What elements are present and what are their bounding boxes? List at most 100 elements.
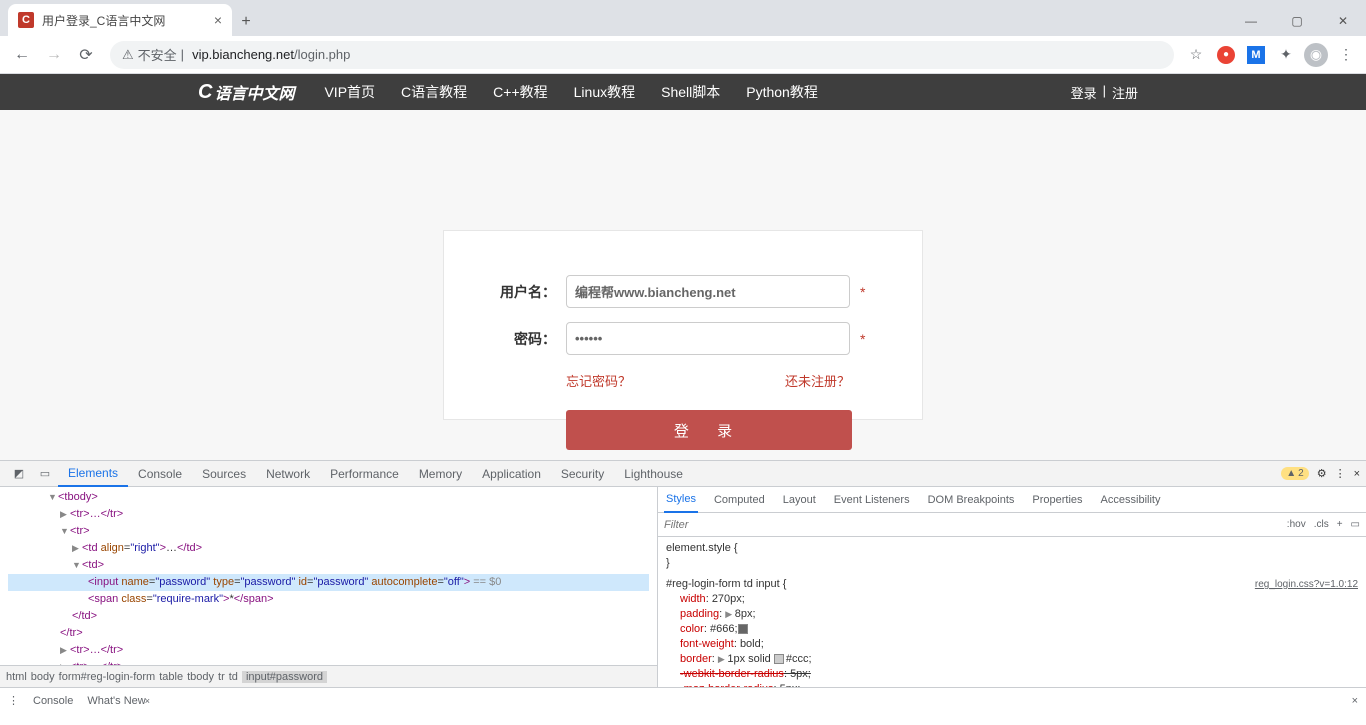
close-icon[interactable]: × [145, 696, 150, 706]
styles-filter-input[interactable] [664, 519, 1287, 531]
form-links: 忘记密码？ 还未注册？ [492, 371, 850, 390]
username-row: 用户名： * [492, 275, 874, 308]
window-controls: — ▢ ✕ [1228, 6, 1366, 36]
window-maximize[interactable]: ▢ [1274, 6, 1320, 36]
page-body: 用户名： * 密码： * 忘记密码？ 还未注册？ 登 录 [0, 110, 1366, 460]
tab-close-icon[interactable]: × [214, 12, 222, 28]
forgot-password-link[interactable]: 忘记密码？ [566, 371, 631, 390]
tab-console[interactable]: Console [128, 461, 192, 487]
tab-elements[interactable]: Elements [58, 461, 128, 487]
url-host: vip.biancheng.net [192, 47, 294, 62]
dom-tree[interactable]: ▼<tbody> ▶<tr>…</tr> ▼<tr> ▶<td align="r… [0, 487, 657, 678]
url-path: /login.php [294, 47, 350, 62]
nav-shell[interactable]: Shell脚本 [661, 82, 720, 102]
styles-tab-listeners[interactable]: Event Listeners [832, 487, 912, 513]
device-toggle-icon[interactable]: ▭ [32, 462, 58, 486]
window-minimize[interactable]: — [1228, 6, 1274, 36]
styles-tab-dombp[interactable]: DOM Breakpoints [926, 487, 1017, 513]
elements-panel[interactable]: ▼<tbody> ▶<tr>…</tr> ▼<tr> ▶<td align="r… [0, 487, 658, 687]
styles-panel: Styles Computed Layout Event Listeners D… [658, 487, 1366, 687]
tab-security[interactable]: Security [551, 461, 614, 487]
reload-button[interactable]: ⟳ [72, 41, 100, 69]
register-link[interactable]: 还未注册？ [785, 371, 850, 390]
required-mark: * [860, 331, 865, 347]
browser-chrome: C 用户登录_C语言中文网 × + — ▢ ✕ ← → ⟳ ⚠ 不安全 | vi… [0, 0, 1366, 74]
back-button[interactable]: ← [8, 41, 36, 69]
nav-c[interactable]: C语言教程 [401, 82, 467, 102]
login-form: 用户名： * 密码： * 忘记密码？ 还未注册？ 登 录 [443, 230, 923, 420]
styles-tab-layout[interactable]: Layout [781, 487, 818, 513]
nav-menu: VIP首页 C语言教程 C++教程 Linux教程 Shell脚本 Python… [324, 82, 817, 102]
profile-avatar[interactable]: ◉ [1304, 43, 1328, 67]
styles-filter-bar: :hov .cls + ▭ [658, 513, 1366, 537]
tab-network[interactable]: Network [256, 461, 320, 487]
pin-extension-icon[interactable]: ● [1214, 43, 1238, 67]
devtools-main: ▼<tbody> ▶<tr>…</tr> ▼<tr> ▶<td align="r… [0, 487, 1366, 687]
tab-application[interactable]: Application [472, 461, 551, 487]
site-header: C语言中文网 VIP首页 C语言教程 C++教程 Linux教程 Shell脚本… [0, 74, 1366, 110]
drawer-menu-icon[interactable]: ⋮ [8, 694, 19, 707]
devtools: ◩ ▭ Elements Console Sources Network Per… [0, 460, 1366, 713]
security-warning-icon: ⚠ 不安全 | [122, 45, 184, 64]
hov-toggle[interactable]: :hov [1287, 519, 1306, 530]
devtools-menu-icon[interactable]: ⋮ [1335, 467, 1346, 480]
password-input[interactable] [566, 322, 850, 355]
computed-toggle-icon[interactable]: ▭ [1351, 519, 1360, 530]
site-logo[interactable]: C语言中文网 [198, 80, 294, 104]
tab-bar: C 用户登录_C语言中文网 × + — ▢ ✕ [0, 0, 1366, 36]
forward-button[interactable]: → [40, 41, 68, 69]
tab-lighthouse[interactable]: Lighthouse [614, 461, 693, 487]
tab-performance[interactable]: Performance [320, 461, 409, 487]
drawer-close-icon[interactable]: × [1352, 695, 1358, 707]
new-tab-button[interactable]: + [232, 8, 260, 36]
selected-dom-node[interactable]: <input name="password" type="password" i… [8, 574, 649, 591]
tab-memory[interactable]: Memory [409, 461, 472, 487]
extensions-icon[interactable]: ✦ [1274, 43, 1298, 67]
tab-sources[interactable]: Sources [192, 461, 256, 487]
favicon: C [18, 12, 34, 28]
devtools-right-controls: ▲ 2 ⚙ ⋮ × [1281, 467, 1360, 480]
password-row: 密码： * [492, 322, 874, 355]
drawer-console-tab[interactable]: Console [33, 695, 73, 707]
toolbar-icons: ☆ ● M ✦ ◉ ⋮ [1184, 43, 1358, 67]
devtools-drawer: ⋮ Console What's New × × [0, 687, 1366, 713]
warnings-badge[interactable]: ▲ 2 [1281, 467, 1308, 480]
styles-tab-a11y[interactable]: Accessibility [1099, 487, 1163, 513]
styles-tab-props[interactable]: Properties [1030, 487, 1084, 513]
login-link[interactable]: 登录 [1071, 83, 1097, 102]
username-label: 用户名： [492, 282, 556, 302]
new-rule-button[interactable]: + [1337, 519, 1343, 530]
styles-tabs: Styles Computed Layout Event Listeners D… [658, 487, 1366, 513]
css-source-link[interactable]: reg_login.css?v=1.0:12 [1255, 577, 1358, 592]
browser-tab[interactable]: C 用户登录_C语言中文网 × [8, 4, 232, 36]
cls-toggle[interactable]: .cls [1314, 519, 1329, 530]
css-rules[interactable]: element.style { } reg_login.css?v=1.0:12… [658, 537, 1366, 687]
dom-breadcrumb[interactable]: html body form#reg-login-form table tbod… [0, 665, 657, 687]
register-link[interactable]: 注册 [1112, 83, 1138, 102]
drawer-whatsnew-tab[interactable]: What's New × [87, 695, 150, 707]
styles-tab-computed[interactable]: Computed [712, 487, 767, 513]
auth-links: 登录 | 注册 [1071, 83, 1138, 102]
styles-filter-controls: :hov .cls + ▭ [1287, 519, 1360, 530]
address-bar: ← → ⟳ ⚠ 不安全 | vip.biancheng.net/login.ph… [0, 36, 1366, 74]
devtools-close-icon[interactable]: × [1354, 468, 1360, 480]
styles-tab-styles[interactable]: Styles [664, 487, 698, 513]
devtools-tabs: ◩ ▭ Elements Console Sources Network Per… [0, 461, 1366, 487]
settings-gear-icon[interactable]: ⚙ [1317, 467, 1327, 480]
nav-cpp[interactable]: C++教程 [493, 82, 547, 102]
nav-vip[interactable]: VIP首页 [324, 82, 375, 102]
username-input[interactable] [566, 275, 850, 308]
browser-menu-icon[interactable]: ⋮ [1334, 43, 1358, 67]
nav-linux[interactable]: Linux教程 [574, 82, 635, 102]
nav-python[interactable]: Python教程 [746, 82, 818, 102]
m-extension-icon[interactable]: M [1244, 43, 1268, 67]
window-close[interactable]: ✕ [1320, 6, 1366, 36]
password-label: 密码： [492, 329, 556, 349]
login-button[interactable]: 登 录 [566, 410, 852, 450]
bookmark-star-icon[interactable]: ☆ [1184, 43, 1208, 67]
required-mark: * [860, 284, 865, 300]
inspect-icon[interactable]: ◩ [6, 462, 32, 486]
separator: | [1103, 83, 1106, 102]
tab-title: 用户登录_C语言中文网 [42, 12, 165, 29]
url-input[interactable]: ⚠ 不安全 | vip.biancheng.net/login.php [110, 41, 1174, 69]
